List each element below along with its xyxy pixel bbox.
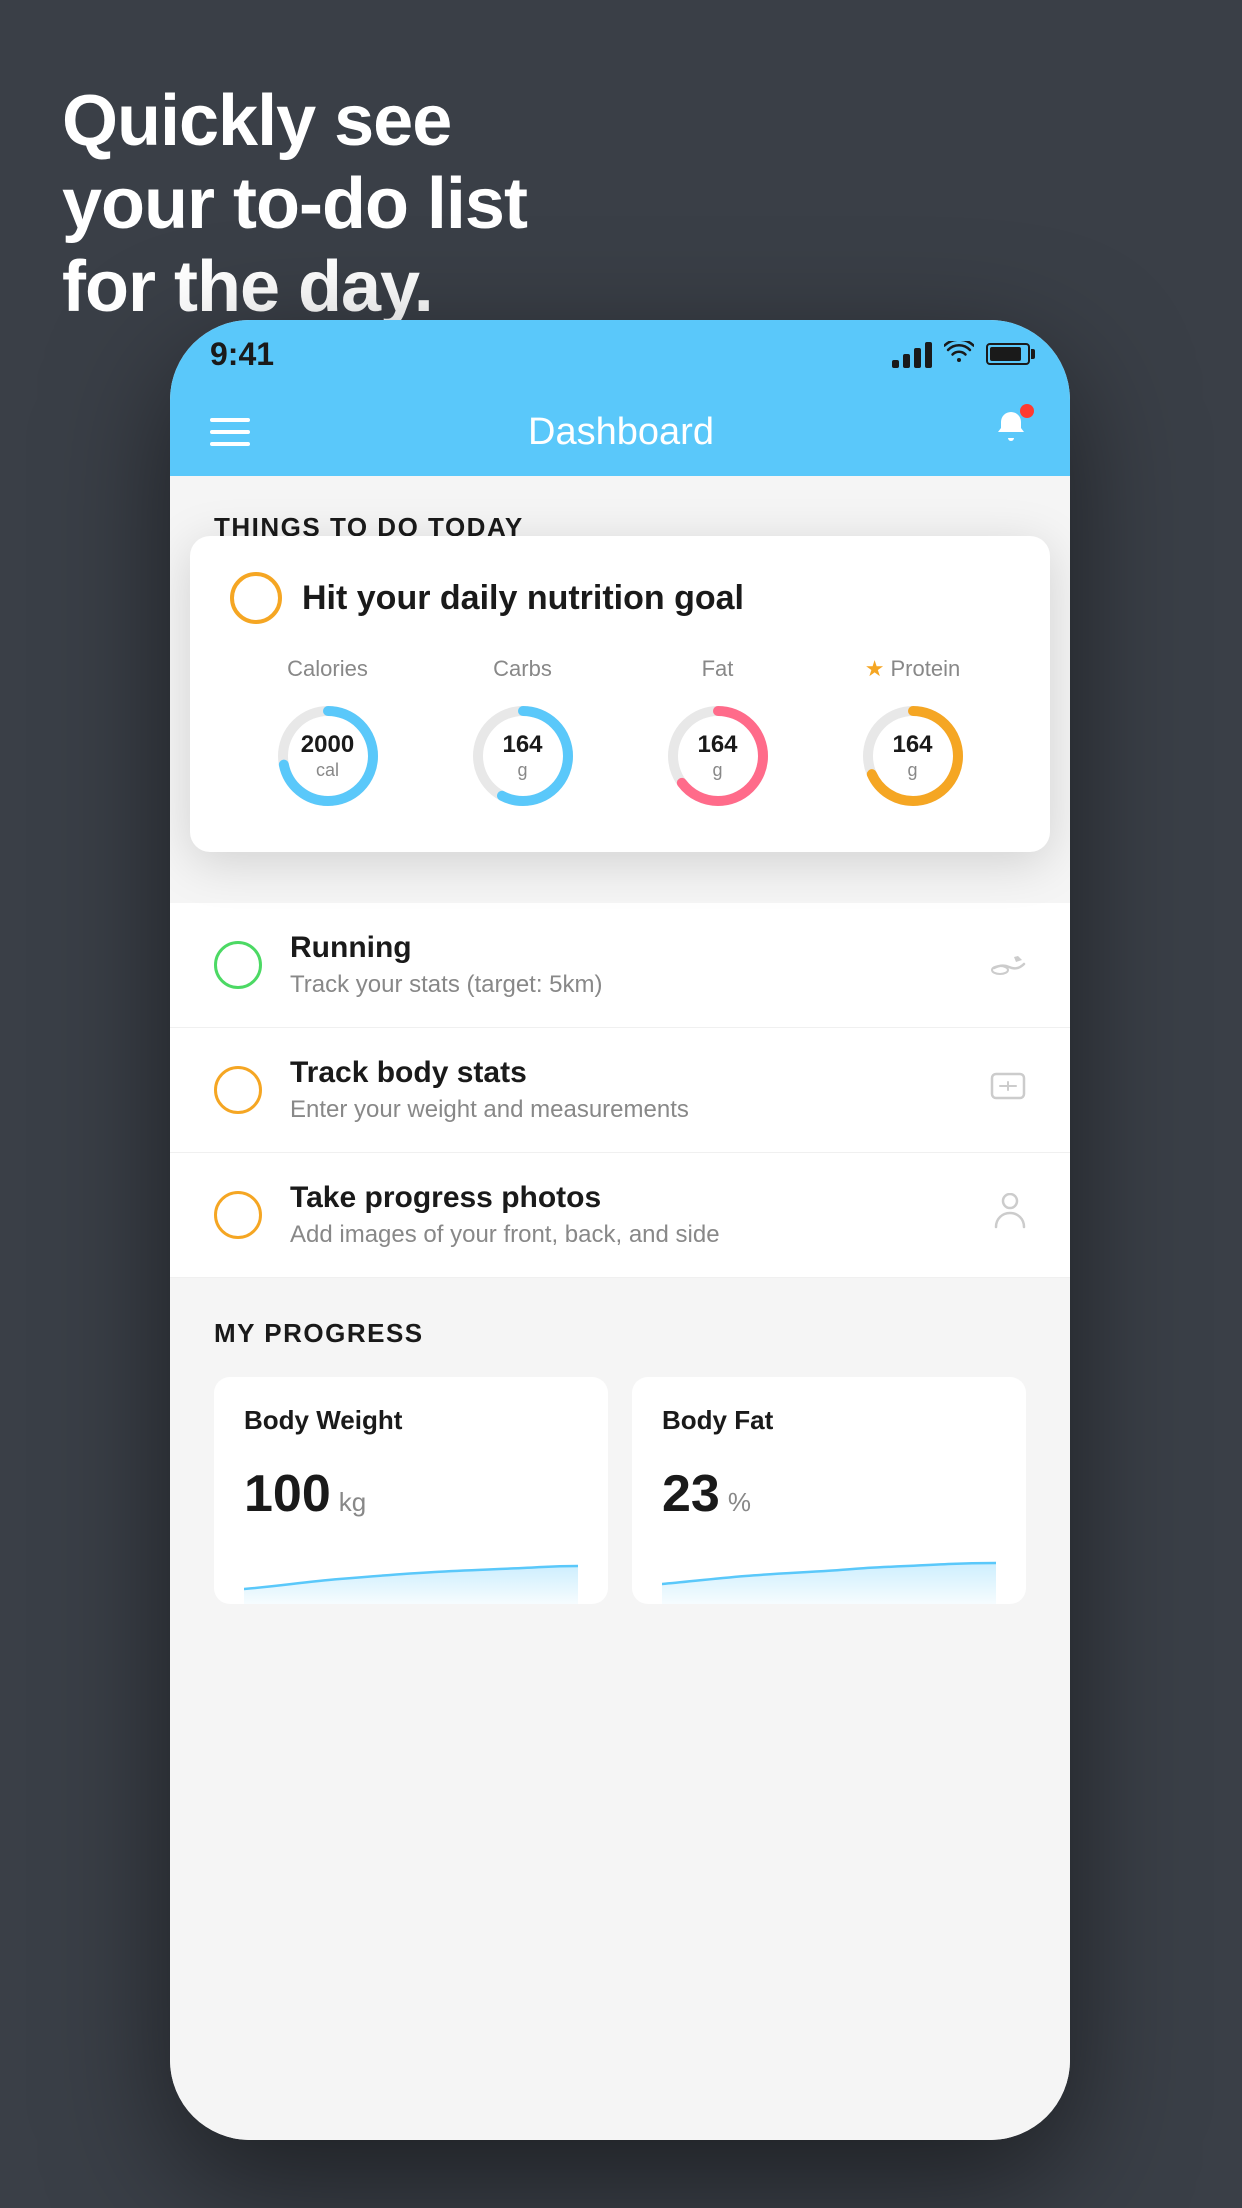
- body-weight-chart: [244, 1544, 578, 1604]
- running-text: Running Track your stats (target: 5km): [290, 931, 962, 999]
- protein-label-wrap: ★ Protein: [865, 656, 960, 682]
- carbs-value: 164: [502, 731, 542, 760]
- photos-check-circle: [214, 1191, 262, 1239]
- calories-item: Calories 2000 cal: [268, 656, 388, 816]
- body-stats-check-circle: [214, 1066, 262, 1114]
- calories-unit: cal: [301, 760, 354, 782]
- body-fat-card: Body Fat 23 %: [632, 1377, 1026, 1604]
- nutrition-card: Hit your daily nutrition goal Calories 2…: [190, 536, 1050, 852]
- protein-label: Protein: [891, 656, 961, 682]
- body-stats-text: Track body stats Enter your weight and m…: [290, 1056, 962, 1124]
- body-weight-card-title: Body Weight: [244, 1405, 578, 1436]
- body-stats-title: Track body stats: [290, 1056, 962, 1090]
- phone-frame: 9:41: [170, 320, 1070, 2140]
- body-fat-card-title: Body Fat: [662, 1405, 996, 1436]
- calories-circle: 2000 cal: [268, 696, 388, 816]
- body-stats-subtitle: Enter your weight and measurements: [290, 1096, 962, 1124]
- headline-line3: for the day.: [62, 246, 527, 329]
- photos-title: Take progress photos: [290, 1181, 966, 1215]
- body-weight-unit: kg: [339, 1487, 366, 1518]
- status-icons: [892, 339, 1030, 370]
- scale-icon: [990, 1068, 1026, 1112]
- protein-unit: g: [892, 760, 932, 782]
- card-header: Hit your daily nutrition goal: [230, 572, 1010, 624]
- progress-cards: Body Weight 100 kg: [214, 1377, 1026, 1604]
- signal-bars-icon: [892, 340, 932, 368]
- nav-bar: Dashboard: [170, 388, 1070, 476]
- running-title: Running: [290, 931, 962, 965]
- body-weight-value: 100: [244, 1464, 331, 1524]
- notification-dot: [1020, 404, 1034, 418]
- person-icon: [994, 1193, 1026, 1237]
- status-time: 9:41: [210, 336, 274, 373]
- carbs-unit: g: [502, 760, 542, 782]
- protein-circle: 164 g: [853, 696, 973, 816]
- nav-title: Dashboard: [528, 411, 714, 454]
- wifi-icon: [944, 339, 974, 370]
- nutrition-circles: Calories 2000 cal Carbs: [230, 656, 1010, 816]
- progress-section: MY PROGRESS Body Weight 100 kg: [170, 1318, 1070, 1604]
- headline-line2: your to-do list: [62, 163, 527, 246]
- protein-item: ★ Protein 164 g: [853, 656, 973, 816]
- body-weight-value-wrap: 100 kg: [244, 1464, 578, 1524]
- todo-list: Running Track your stats (target: 5km) T…: [170, 903, 1070, 1278]
- headline: Quickly see your to-do list for the day.: [62, 80, 527, 328]
- carbs-circle: 164 g: [463, 696, 583, 816]
- running-icon: [990, 946, 1026, 984]
- menu-button[interactable]: [210, 418, 250, 446]
- body-fat-value-wrap: 23 %: [662, 1464, 996, 1524]
- notifications-button[interactable]: [992, 408, 1030, 456]
- headline-line1: Quickly see: [62, 80, 527, 163]
- todo-item-body-stats[interactable]: Track body stats Enter your weight and m…: [170, 1028, 1070, 1153]
- carbs-item: Carbs 164 g: [463, 656, 583, 816]
- fat-circle: 164 g: [658, 696, 778, 816]
- nutrition-card-title: Hit your daily nutrition goal: [302, 579, 744, 618]
- nutrition-check-circle[interactable]: [230, 572, 282, 624]
- fat-value: 164: [697, 731, 737, 760]
- todo-item-running[interactable]: Running Track your stats (target: 5km): [170, 903, 1070, 1028]
- progress-title: MY PROGRESS: [214, 1318, 1026, 1349]
- running-subtitle: Track your stats (target: 5km): [290, 971, 962, 999]
- body-fat-unit: %: [728, 1487, 751, 1518]
- calories-value: 2000: [301, 731, 354, 760]
- calories-label: Calories: [287, 656, 368, 682]
- photos-subtitle: Add images of your front, back, and side: [290, 1221, 966, 1249]
- protein-value: 164: [892, 731, 932, 760]
- carbs-label: Carbs: [493, 656, 552, 682]
- fat-label: Fat: [702, 656, 734, 682]
- body-weight-card: Body Weight 100 kg: [214, 1377, 608, 1604]
- star-icon: ★: [865, 656, 885, 682]
- content-area: THINGS TO DO TODAY Hit your daily nutrit…: [170, 476, 1070, 2140]
- status-bar: 9:41: [170, 320, 1070, 388]
- running-check-circle: [214, 941, 262, 989]
- body-fat-value: 23: [662, 1464, 720, 1524]
- battery-icon: [986, 343, 1030, 365]
- fat-item: Fat 164 g: [658, 656, 778, 816]
- photos-text: Take progress photos Add images of your …: [290, 1181, 966, 1249]
- todo-item-photos[interactable]: Take progress photos Add images of your …: [170, 1153, 1070, 1278]
- body-fat-chart: [662, 1544, 996, 1604]
- fat-unit: g: [697, 760, 737, 782]
